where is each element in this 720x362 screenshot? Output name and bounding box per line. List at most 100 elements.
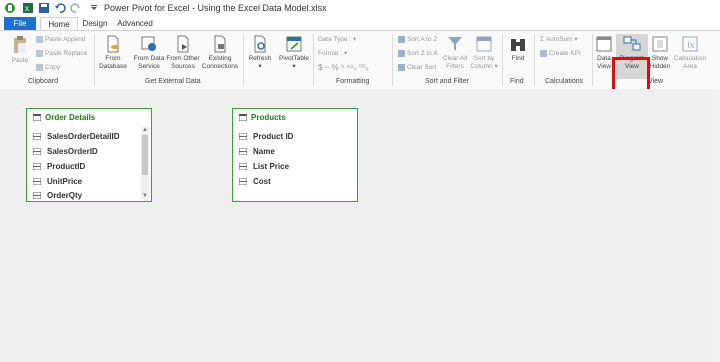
tab-file[interactable]: File — [4, 17, 36, 30]
from-other-sources-button[interactable]: From Other Sources — [166, 35, 200, 70]
autosum-button[interactable]: Σ AutoSum ▾ — [540, 35, 578, 45]
pivottable-icon — [286, 36, 302, 52]
separator — [534, 34, 535, 86]
sort-a-to-z-button[interactable]: Sort A to Z — [398, 35, 437, 45]
svg-text:x: x — [25, 4, 29, 13]
undo-icon[interactable] — [54, 2, 66, 14]
show-hidden-label-2: Hidden — [649, 62, 671, 70]
other-sources-icon — [177, 35, 189, 53]
paste-label: Paste — [11, 57, 29, 64]
format-dropdown[interactable]: Format : ▾ — [318, 49, 347, 59]
column-icon — [33, 192, 41, 199]
from-other-label-2: Sources — [171, 62, 195, 70]
paste-replace-button[interactable]: Paste Replace — [36, 49, 87, 59]
format-label: Format : — [318, 50, 343, 57]
redo-icon[interactable] — [70, 2, 82, 14]
diagram-view-icon — [623, 36, 641, 51]
sort-by-column-button[interactable]: Sort by Column ▾ — [469, 35, 499, 70]
column-item[interactable]: OrderQty — [33, 189, 82, 200]
column-item[interactable]: SalesOrderDetailID — [33, 130, 119, 144]
column-name: List Price — [253, 162, 290, 171]
refresh-button[interactable]: Refresh ▾ — [246, 35, 274, 70]
paste-icon — [14, 36, 26, 53]
separator — [243, 34, 244, 86]
table-title[interactable]: Order Details — [33, 113, 95, 122]
separator — [502, 34, 503, 86]
calculation-area-button[interactable]: fx Calculation Area — [672, 35, 708, 70]
column-item[interactable]: UnitPrice — [33, 175, 82, 189]
column-icon — [33, 148, 41, 155]
from-database-label-1: From — [105, 55, 121, 62]
sort-desc-icon — [398, 49, 405, 57]
pivottable-dropdown-icon: ▾ — [292, 62, 296, 70]
from-data-service-button[interactable]: From Data Service — [132, 35, 166, 70]
clear-all-filters-button[interactable]: Clear All Filters — [440, 35, 470, 70]
tab-home[interactable]: Home — [40, 17, 78, 31]
separator — [392, 34, 393, 86]
customize-qat-icon[interactable] — [88, 2, 100, 14]
clear-all-label-2: Filters — [446, 62, 464, 70]
database-icon — [107, 35, 119, 53]
paste-append-icon — [36, 35, 43, 43]
from-data-service-label-1: From Data — [133, 55, 165, 62]
column-item[interactable]: Product ID — [239, 130, 293, 144]
column-item[interactable]: SalesOrderID — [33, 145, 98, 159]
separator — [94, 34, 95, 86]
copy-button[interactable]: Copy — [36, 63, 60, 73]
column-item[interactable]: List Price — [239, 160, 289, 174]
column-name: SalesOrderDetailID — [47, 132, 120, 141]
sort-asc-icon — [398, 35, 405, 43]
scroll-thumb[interactable] — [142, 135, 148, 175]
tab-design[interactable]: Design — [80, 17, 110, 30]
clear-all-label-1: Clear All — [442, 55, 468, 62]
column-item[interactable]: ProductID — [33, 160, 85, 174]
data-view-button[interactable]: Data View — [594, 35, 614, 70]
create-kpi-label: Create KPI — [549, 50, 581, 57]
paste-button[interactable]: Paste — [8, 35, 32, 65]
separator — [313, 34, 314, 86]
column-name: Name — [253, 147, 275, 156]
data-view-label-2: View — [597, 62, 611, 70]
column-item[interactable]: Cost — [239, 175, 271, 189]
tab-advanced[interactable]: Advanced — [116, 17, 154, 30]
create-kpi-button[interactable]: Create KPI — [540, 49, 581, 59]
clipboard-group-label: Clipboard — [28, 78, 58, 85]
save-icon[interactable] — [38, 2, 50, 14]
scroll-up-icon[interactable]: ▲ — [142, 127, 148, 133]
canvas-scrollbar[interactable] — [712, 89, 720, 362]
from-database-button[interactable]: From Database — [96, 35, 130, 70]
paste-append-button[interactable]: Paste Append — [36, 35, 85, 45]
table-order-details[interactable]: Order Details SalesOrderDetailID SalesOr… — [26, 108, 152, 202]
kpi-icon — [540, 49, 547, 57]
data-type-dropdown[interactable]: Data Type : ▾ — [318, 35, 356, 45]
chevron-down-icon: ▾ — [344, 50, 348, 57]
autosum-label: AutoSum — [545, 36, 573, 43]
binoculars-icon — [511, 39, 525, 51]
clear-sort-button[interactable]: Clear Sort — [398, 63, 436, 73]
column-item[interactable]: Name — [239, 145, 275, 159]
column-name: OrderQty — [47, 191, 83, 200]
from-database-label-2: Database — [99, 62, 127, 70]
column-name: SalesOrderID — [47, 147, 98, 156]
pivottable-button[interactable]: PivotTable ▾ — [277, 35, 311, 70]
chevron-down-icon: ▾ — [352, 36, 357, 43]
calculations-group-label: Calculations — [545, 78, 584, 85]
column-name: ProductID — [47, 162, 86, 171]
table-products[interactable]: Products Product ID Name List Price Cost — [232, 108, 358, 202]
calc-area-label-2: Area — [683, 62, 697, 70]
number-format-buttons[interactable]: $ ~ % ⁹ ⁴⁸₀ ⁰⁰₀ — [318, 63, 369, 73]
show-hidden-button[interactable]: Show Hidden — [649, 35, 671, 70]
table-title[interactable]: Products — [239, 113, 286, 122]
number-format-symbols: $ ~ % ⁹ ⁴⁸₀ ⁰⁰₀ — [318, 63, 369, 72]
find-button[interactable]: Find — [506, 35, 530, 63]
diagram-canvas[interactable]: Order Details SalesOrderDetailID SalesOr… — [0, 89, 712, 362]
calculation-area-icon: fx — [682, 36, 698, 52]
scroll-down-icon[interactable]: ▼ — [142, 193, 148, 199]
external-data-group-label: Get External Data — [145, 78, 201, 85]
excel-icon[interactable]: x — [22, 2, 34, 14]
data-view-label-1: Data — [597, 55, 611, 62]
table-scrollbar[interactable]: ▲ ▼ — [141, 127, 149, 199]
refresh-icon — [254, 35, 266, 53]
existing-connections-button[interactable]: Existing Connections — [201, 35, 239, 70]
sort-z-to-a-button[interactable]: Sort Z to A — [398, 49, 438, 59]
